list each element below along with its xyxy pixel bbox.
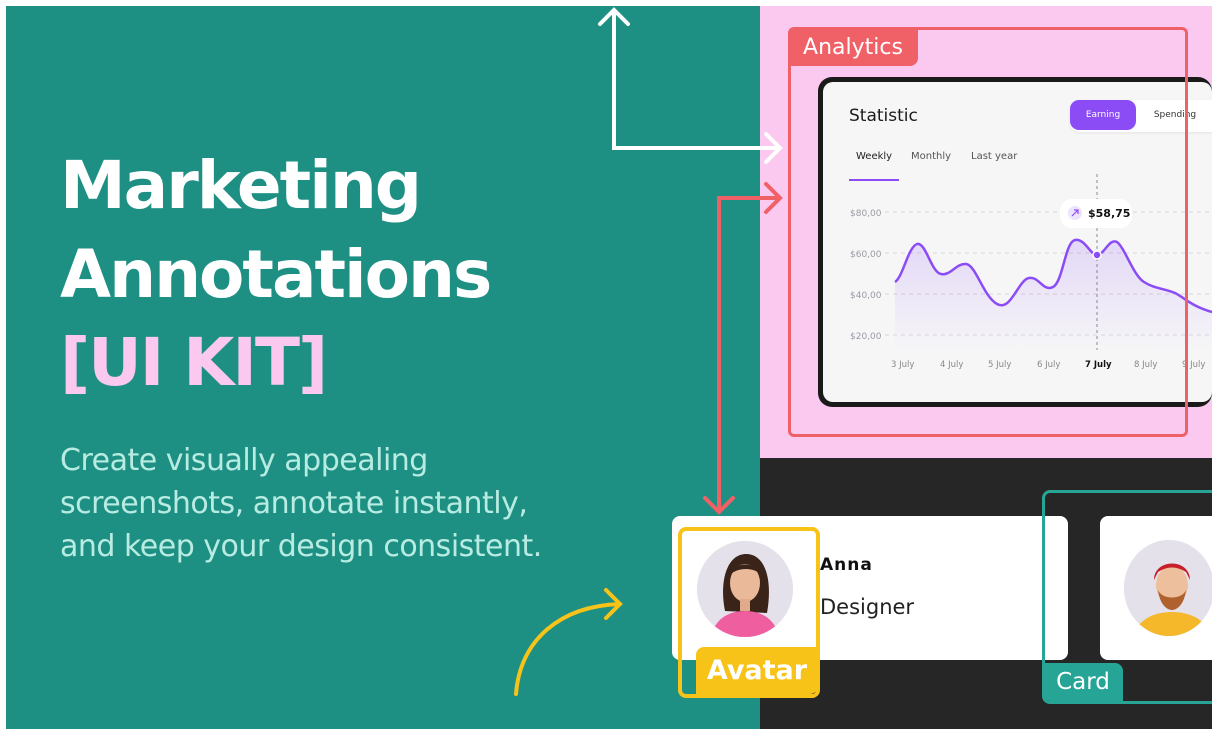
analytics-annotation-frame xyxy=(788,27,1188,437)
card-label: Card xyxy=(1043,663,1123,701)
subtitle-line-3: and keep your design consistent. xyxy=(60,529,542,564)
headline-line-3: [UI KIT] xyxy=(60,324,328,401)
subtitle-line-1: Create visually appealing xyxy=(60,443,428,478)
profile-name: Anna xyxy=(820,555,873,575)
profile-role: Designer xyxy=(820,595,915,619)
analytics-label: Analytics xyxy=(788,28,918,66)
headline-line-1: Marketing xyxy=(60,147,422,224)
avatar-label: Avatar xyxy=(696,647,818,694)
headline-line-2: Annotations xyxy=(60,236,492,313)
subtitle-line-2: screenshots, annotate instantly, xyxy=(60,486,528,521)
